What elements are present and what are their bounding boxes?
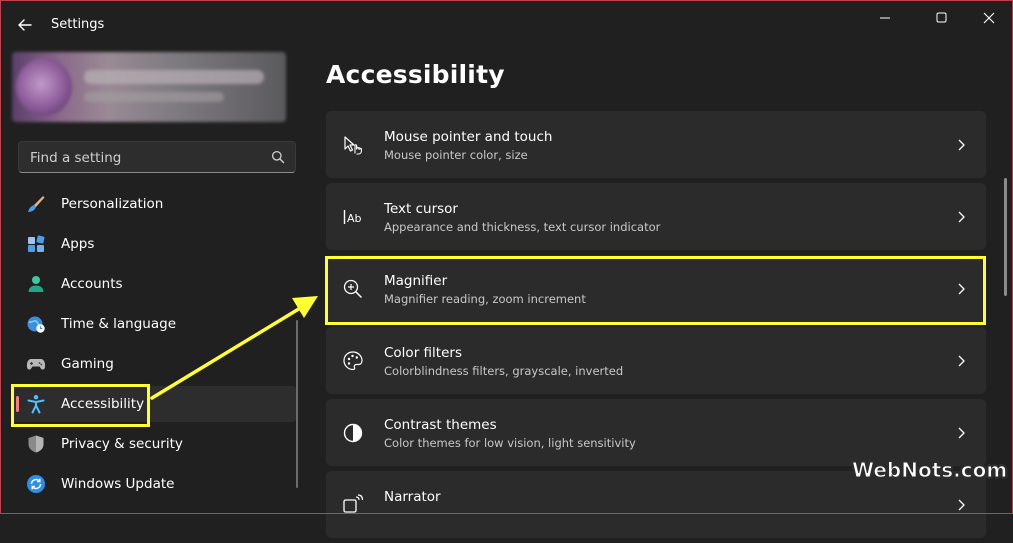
sidebar-item-label: Apps [61, 236, 95, 252]
sidebar-item-label: Accounts [61, 276, 123, 292]
apps-icon [28, 235, 45, 252]
minimize-icon [880, 17, 890, 19]
sidebar-item-gaming[interactable]: Gaming [12, 346, 296, 382]
text-cursor-icon: Ab [343, 210, 362, 225]
chevron-right-icon [958, 211, 965, 223]
setting-contrast-themes[interactable]: Contrast themes Color themes for low vis… [326, 399, 986, 466]
sidebar-item-accessibility[interactable]: Accessibility [12, 386, 296, 422]
profile-name-blurred [84, 70, 264, 84]
search-input[interactable] [28, 147, 262, 169]
sidebar-item-time-language[interactable]: Time & language [12, 306, 296, 342]
mouse-pointer-touch-icon [344, 136, 362, 155]
globe-clock-icon [27, 316, 45, 333]
setting-title: Contrast themes [384, 417, 497, 433]
search-icon[interactable] [271, 150, 285, 164]
chevron-right-icon [958, 499, 965, 511]
title-bar: Settings [0, 0, 1013, 48]
close-button[interactable] [964, 8, 1010, 28]
setting-text-cursor[interactable]: Ab Text cursor Appearance and thickness,… [326, 183, 986, 250]
chevron-right-icon [958, 283, 965, 295]
avatar [16, 58, 72, 116]
sidebar-item-label: Privacy & security [61, 436, 183, 452]
accessibility-icon [27, 395, 45, 414]
sidebar-scrollbar[interactable] [296, 320, 298, 488]
back-arrow-icon [18, 19, 32, 31]
setting-title: Mouse pointer and touch [384, 129, 553, 145]
setting-subtitle: Appearance and thickness, text cursor in… [384, 220, 661, 234]
setting-subtitle: Color themes for low vision, light sensi… [384, 436, 636, 450]
setting-title: Text cursor [384, 201, 458, 217]
page-title: Accessibility [326, 60, 505, 89]
palette-icon [343, 351, 363, 371]
sync-icon [27, 475, 45, 493]
paintbrush-icon [28, 196, 45, 212]
sidebar-item-label: Windows Update [61, 476, 175, 492]
chevron-right-icon [958, 139, 965, 151]
profile-email-blurred [84, 92, 224, 102]
setting-color-filters[interactable]: Color filters Colorblindness filters, gr… [326, 327, 986, 394]
contrast-icon [343, 423, 363, 443]
setting-title: Color filters [384, 345, 462, 361]
setting-magnifier[interactable]: Magnifier Magnifier reading, zoom increm… [326, 255, 986, 322]
close-icon [983, 12, 995, 24]
sidebar-item-privacy-security[interactable]: Privacy & security [12, 426, 296, 462]
setting-title: Magnifier [384, 273, 448, 289]
narrator-icon [343, 494, 364, 513]
setting-subtitle: Colorblindness filters, grayscale, inver… [384, 364, 624, 378]
search-box[interactable] [18, 141, 296, 173]
sidebar-item-label: Accessibility [61, 396, 145, 412]
setting-subtitle: Magnifier reading, zoom increment [384, 292, 586, 306]
minimize-button[interactable] [862, 8, 908, 28]
sidebar-nav: Personalization Apps Accounts Time & lan… [12, 186, 296, 506]
sidebar-item-accounts[interactable]: Accounts [12, 266, 296, 302]
watermark-text: WebNots.com [851, 458, 1008, 483]
chevron-right-icon [958, 355, 965, 367]
magnifier-icon [343, 279, 362, 298]
maximize-button[interactable] [918, 8, 964, 28]
sidebar-item-personalization[interactable]: Personalization [12, 186, 296, 222]
main-scrollbar[interactable] [1004, 178, 1007, 296]
setting-mouse-pointer-touch[interactable]: Mouse pointer and touch Mouse pointer co… [326, 111, 986, 178]
shield-icon [28, 435, 44, 453]
chevron-right-icon [958, 427, 965, 439]
selection-indicator [16, 396, 19, 412]
sidebar-item-label: Personalization [61, 196, 164, 212]
user-profile[interactable] [12, 52, 286, 122]
person-icon [28, 276, 44, 292]
gamepad-icon [26, 359, 46, 370]
sidebar-item-windows-update[interactable]: Windows Update [12, 466, 296, 502]
sidebar-item-label: Gaming [61, 356, 114, 372]
app-title: Settings [51, 17, 105, 32]
setting-title: Narrator [384, 489, 441, 505]
setting-subtitle: Mouse pointer color, size [384, 148, 528, 162]
svg-text:Ab: Ab [347, 212, 362, 225]
sidebar-item-label: Time & language [61, 316, 177, 332]
back-button[interactable] [14, 14, 36, 36]
maximize-icon [936, 12, 947, 23]
sidebar-item-apps[interactable]: Apps [12, 226, 296, 262]
